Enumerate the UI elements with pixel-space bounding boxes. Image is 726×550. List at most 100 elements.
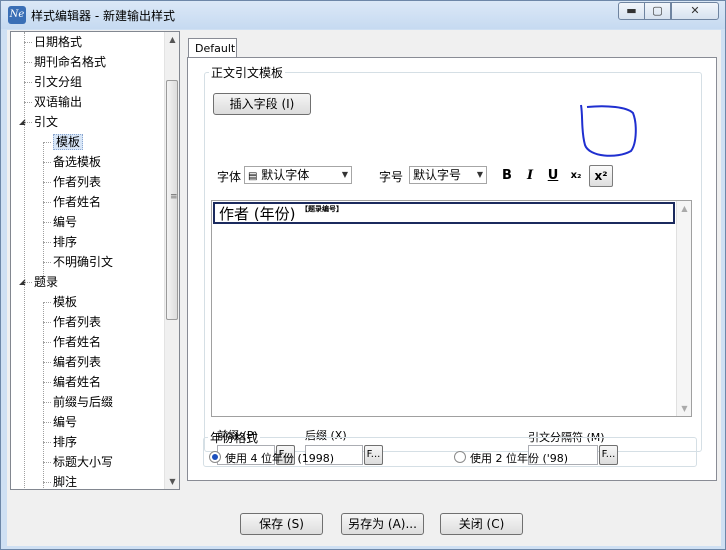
- tree-item-label: 脚注: [53, 475, 78, 489]
- template-editor[interactable]: 作者 (年份) 【题录编号】 ▲ ▼: [211, 200, 692, 417]
- tree-item-label: 引文分组: [34, 75, 83, 89]
- tree-item[interactable]: 排序: [53, 432, 77, 452]
- tree-item[interactable]: 作者列表: [53, 172, 101, 192]
- tree-item-label: 备选模板: [53, 155, 102, 169]
- tree-item[interactable]: 作者姓名: [53, 332, 101, 352]
- subscript-button[interactable]: x₂: [567, 167, 585, 185]
- minimize-icon: ▬: [626, 4, 637, 17]
- tree-connector: [43, 342, 51, 343]
- minimize-button[interactable]: ▬: [618, 2, 645, 20]
- tree-connector: [43, 362, 51, 363]
- superscript-button[interactable]: x²: [589, 165, 613, 187]
- tree-item[interactable]: 引文分组: [34, 72, 82, 92]
- tree-connector: [24, 62, 32, 63]
- tree-connector: [43, 422, 51, 423]
- template-text: 作者 (年份): [219, 205, 296, 223]
- tree-scrollbar[interactable]: ▲ ≡ ▼: [164, 32, 179, 489]
- tree-connector: [43, 382, 51, 383]
- tree-connector: [24, 42, 32, 43]
- font-combo[interactable]: ▤ 默认字体 ▼: [244, 166, 352, 184]
- year-2-digit-radio[interactable]: [454, 451, 466, 463]
- tree-item[interactable]: 前缀与后缀: [53, 392, 113, 412]
- year-4-digit-radio[interactable]: [209, 451, 221, 463]
- size-combo[interactable]: 默认字号 ▼: [409, 166, 487, 184]
- tree-item[interactable]: 作者列表: [53, 312, 101, 332]
- editor-scrollbar[interactable]: ▲ ▼: [676, 201, 691, 416]
- scroll-down-icon[interactable]: ▼: [677, 401, 692, 416]
- template-field-token: 【题录编号】: [301, 205, 343, 213]
- app-icon: Ne: [8, 6, 26, 24]
- tree-item[interactable]: 模板: [53, 132, 84, 152]
- title-bar[interactable]: Ne 样式编辑器 - 新建输出样式 ▬ ▢ ✕: [1, 1, 725, 29]
- tab-default[interactable]: Default: [188, 38, 237, 58]
- tree-item[interactable]: 期刊命名格式: [34, 52, 106, 72]
- chevron-down-icon: ▼: [476, 170, 483, 179]
- tree-scroll-thumb[interactable]: ≡: [166, 80, 178, 320]
- tree-item[interactable]: 编者列表: [53, 352, 101, 372]
- tree-item-label: 模板: [53, 134, 84, 150]
- underline-button[interactable]: U: [544, 167, 562, 185]
- size-value: 默认字号: [413, 168, 462, 182]
- tree-item[interactable]: 作者姓名: [53, 192, 101, 212]
- tree-item[interactable]: 不明确引文: [53, 252, 113, 272]
- scroll-up-icon[interactable]: ▲: [165, 32, 179, 47]
- tree-connector: [43, 482, 51, 483]
- tree-item-label: 作者列表: [53, 175, 102, 189]
- tree-connector: [43, 302, 44, 489]
- tree-item[interactable]: 脚注: [53, 472, 78, 489]
- tree-item[interactable]: 排序: [53, 232, 77, 252]
- tree-connector: [43, 242, 51, 243]
- italic-button[interactable]: I: [521, 167, 539, 185]
- save-button[interactable]: 保存 (S): [240, 513, 323, 535]
- tree-connector: [43, 402, 51, 403]
- tree-item[interactable]: 编号: [53, 212, 77, 232]
- font-label: 字体: [217, 170, 242, 184]
- grip-icon: ≡: [170, 192, 178, 202]
- close-dialog-button[interactable]: 关闭 (C): [440, 513, 523, 535]
- year-4-digit-label[interactable]: 使用 4 位年份 (1998): [225, 450, 334, 466]
- tree-item-label: 排序: [53, 435, 78, 449]
- bold-button[interactable]: B: [498, 167, 516, 185]
- scroll-down-icon[interactable]: ▼: [165, 474, 179, 489]
- tree-connector: [43, 322, 51, 323]
- tree-connector: [43, 202, 51, 203]
- tree-connector: [43, 142, 51, 143]
- save-as-button[interactable]: 另存为 (A)...: [341, 513, 424, 535]
- tree-item-label: 题录: [34, 275, 59, 289]
- dialog-client-area: 日期格式 期刊命名格式 引文分组 双语输出 引文 ◢ 模板 备选模板 作者列表 作者姓名 编号 排序不…: [7, 30, 721, 546]
- font-value: 默认字体: [261, 168, 310, 182]
- tree-connector: [43, 222, 51, 223]
- tree-connector: [43, 442, 51, 443]
- tree-item-label: 日期格式: [34, 35, 83, 49]
- chevron-down-icon: ▼: [341, 170, 348, 179]
- tree-item[interactable]: 日期格式: [34, 32, 82, 52]
- expand-triangle-icon[interactable]: ◢: [19, 278, 27, 286]
- tree-item-label: 编者姓名: [53, 375, 102, 389]
- tree-item[interactable]: 编者姓名: [53, 372, 101, 392]
- style-tree[interactable]: 日期格式 期刊命名格式 引文分组 双语输出 引文 ◢ 模板 备选模板 作者列表 作者姓名 编号 排序不…: [10, 31, 180, 490]
- tree-item[interactable]: 标题大小写: [53, 452, 113, 472]
- tree-item-label: 编者列表: [53, 355, 102, 369]
- tree-item[interactable]: 双语输出: [34, 92, 82, 112]
- tree-item[interactable]: 题录: [34, 272, 58, 292]
- tree-item-label: 编号: [53, 415, 78, 429]
- style-editor-window: Ne 样式编辑器 - 新建输出样式 ▬ ▢ ✕ 日期格式期刊命名格式引文分组双语…: [0, 0, 726, 550]
- template-line[interactable]: 作者 (年份) 【题录编号】: [213, 202, 675, 224]
- tree-item[interactable]: 模板: [53, 292, 77, 312]
- tree-item[interactable]: 编号: [53, 412, 77, 432]
- close-button[interactable]: ✕: [671, 2, 719, 20]
- tab-panel-default: 正文引文模板 插入字段 (I) 字体 ▤ 默认字体 ▼ 字号 默认字号 ▼ B …: [187, 57, 717, 481]
- maximize-button[interactable]: ▢: [644, 2, 671, 20]
- tree-item[interactable]: 备选模板: [53, 152, 101, 172]
- tree-connector: [43, 142, 44, 282]
- tree-item[interactable]: 引文: [34, 112, 58, 132]
- scroll-up-icon[interactable]: ▲: [677, 201, 692, 216]
- tree-connector: [43, 302, 51, 303]
- expand-triangle-icon[interactable]: ◢: [19, 118, 27, 126]
- year-2-digit-label[interactable]: 使用 2 位年份 ('98): [470, 450, 568, 466]
- font-icon: ▤: [248, 171, 258, 182]
- tree-connector: [43, 262, 51, 263]
- tree-item-label: 标题大小写: [53, 455, 114, 469]
- close-icon: ✕: [690, 4, 700, 17]
- insert-field-button[interactable]: 插入字段 (I): [213, 93, 311, 115]
